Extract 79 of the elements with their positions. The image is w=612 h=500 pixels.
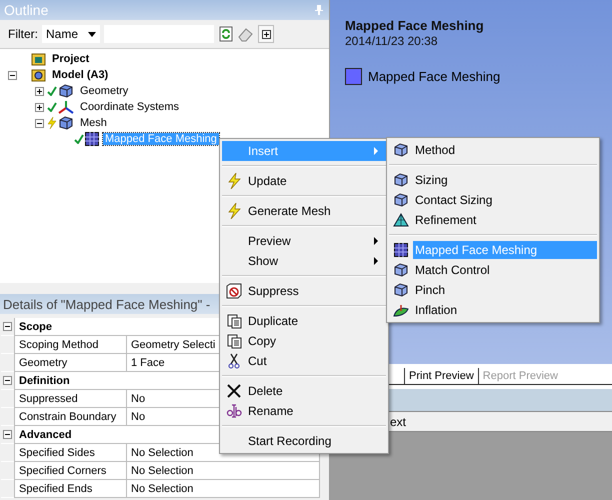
menu-item[interactable]: Suppress bbox=[222, 281, 386, 301]
menu-item-label: Sizing bbox=[414, 172, 449, 189]
delete-icon bbox=[227, 384, 241, 398]
submenu-arrow-icon bbox=[374, 237, 378, 245]
cube-icon bbox=[393, 143, 409, 157]
menu-item[interactable]: Preview bbox=[222, 231, 386, 251]
tree-item[interactable]: Project bbox=[50, 53, 92, 65]
document-icon bbox=[226, 334, 242, 348]
table-cell: Constrain Boundary bbox=[14, 408, 127, 426]
menu-item-label: Contact Sizing bbox=[414, 192, 494, 209]
cube-icon bbox=[58, 84, 74, 98]
model-icon bbox=[31, 68, 46, 82]
cube-icon bbox=[393, 283, 409, 297]
viewer-title: Mapped Face Meshing bbox=[345, 18, 485, 33]
submenu-arrow-icon bbox=[374, 147, 378, 155]
table-cell: Scoping Method bbox=[14, 336, 127, 354]
menu-item-label: Inflation bbox=[414, 302, 458, 319]
refresh-icon[interactable] bbox=[218, 26, 234, 42]
menu-item[interactable]: Update bbox=[222, 171, 386, 191]
menu-item-label: Mapped Face Meshing bbox=[413, 241, 597, 259]
grid-icon bbox=[394, 243, 408, 257]
legend-label: Mapped Face Meshing bbox=[368, 69, 500, 84]
cube-icon bbox=[393, 193, 409, 207]
inflation-icon bbox=[393, 303, 409, 317]
submenu-arrow-icon bbox=[374, 257, 378, 265]
cube-icon bbox=[393, 173, 409, 187]
expander-icon[interactable] bbox=[35, 118, 44, 128]
cube-icon bbox=[58, 116, 74, 130]
table-cell: Specified Corners bbox=[14, 462, 127, 480]
collapse-icon[interactable] bbox=[3, 376, 12, 385]
table-cell: No Selection bbox=[127, 462, 320, 480]
document-icon bbox=[226, 314, 242, 328]
filter-label: Filter: bbox=[8, 27, 38, 41]
expander-icon[interactable] bbox=[8, 70, 17, 80]
scissors-icon bbox=[228, 353, 240, 369]
menu-item[interactable]: Method bbox=[389, 140, 597, 160]
menu-item[interactable]: Generate Mesh bbox=[222, 201, 386, 221]
table-cell: Geometry bbox=[14, 354, 127, 372]
filter-dropdown[interactable]: Name bbox=[42, 25, 100, 43]
folder-icon bbox=[31, 52, 46, 66]
expander-icon[interactable] bbox=[35, 86, 44, 96]
menu-item[interactable]: Match Control bbox=[389, 260, 597, 280]
grid-icon bbox=[85, 132, 99, 146]
menu-item-label: Pinch bbox=[414, 282, 446, 299]
collapse-icon[interactable] bbox=[3, 430, 12, 439]
collapse-icon[interactable] bbox=[3, 322, 12, 331]
triangle-icon bbox=[393, 213, 409, 227]
expand-button[interactable] bbox=[258, 25, 274, 43]
tree-item[interactable]: Model (A3) bbox=[50, 69, 110, 81]
tree-item[interactable]: Geometry bbox=[78, 85, 130, 97]
rename-icon bbox=[226, 404, 242, 418]
menu-item-label: Method bbox=[414, 142, 456, 159]
table-cell: Specified Sides bbox=[14, 444, 127, 462]
table-cell: Suppressed bbox=[14, 390, 127, 408]
plus-icon bbox=[262, 30, 270, 38]
tab[interactable]: Print Preview bbox=[404, 368, 478, 384]
menu-item[interactable]: Refinement bbox=[389, 210, 597, 230]
panel-title: Details of "Mapped Face Meshing" - bbox=[3, 296, 210, 312]
tree-item[interactable]: Mesh bbox=[78, 117, 109, 129]
table-cell: No Selection bbox=[127, 480, 320, 498]
menu-item-label: Refinement bbox=[414, 212, 478, 229]
expander-icon[interactable] bbox=[35, 102, 44, 112]
tree-item[interactable]: Coordinate Systems bbox=[78, 101, 182, 113]
menu-item[interactable]: Sizing bbox=[389, 170, 597, 190]
menu-item[interactable]: Inflation bbox=[389, 300, 597, 320]
table-cell: Specified Ends bbox=[14, 480, 127, 498]
cube-icon bbox=[393, 263, 409, 277]
menu-item[interactable]: Pinch bbox=[389, 280, 597, 300]
lightning-icon bbox=[227, 203, 241, 219]
menu-item[interactable]: Show bbox=[222, 251, 386, 271]
timestamp: 2014/11/23 20:38 bbox=[345, 34, 439, 48]
column-header: ext bbox=[390, 414, 406, 428]
panel-title: Outline bbox=[4, 2, 48, 18]
axes-icon bbox=[58, 100, 74, 114]
caret-icon bbox=[88, 32, 96, 36]
menu-item[interactable]: Contact Sizing bbox=[389, 190, 597, 210]
suppress-icon bbox=[226, 283, 242, 299]
menu-item-label: Match Control bbox=[414, 262, 491, 279]
lightning-icon bbox=[227, 173, 241, 189]
